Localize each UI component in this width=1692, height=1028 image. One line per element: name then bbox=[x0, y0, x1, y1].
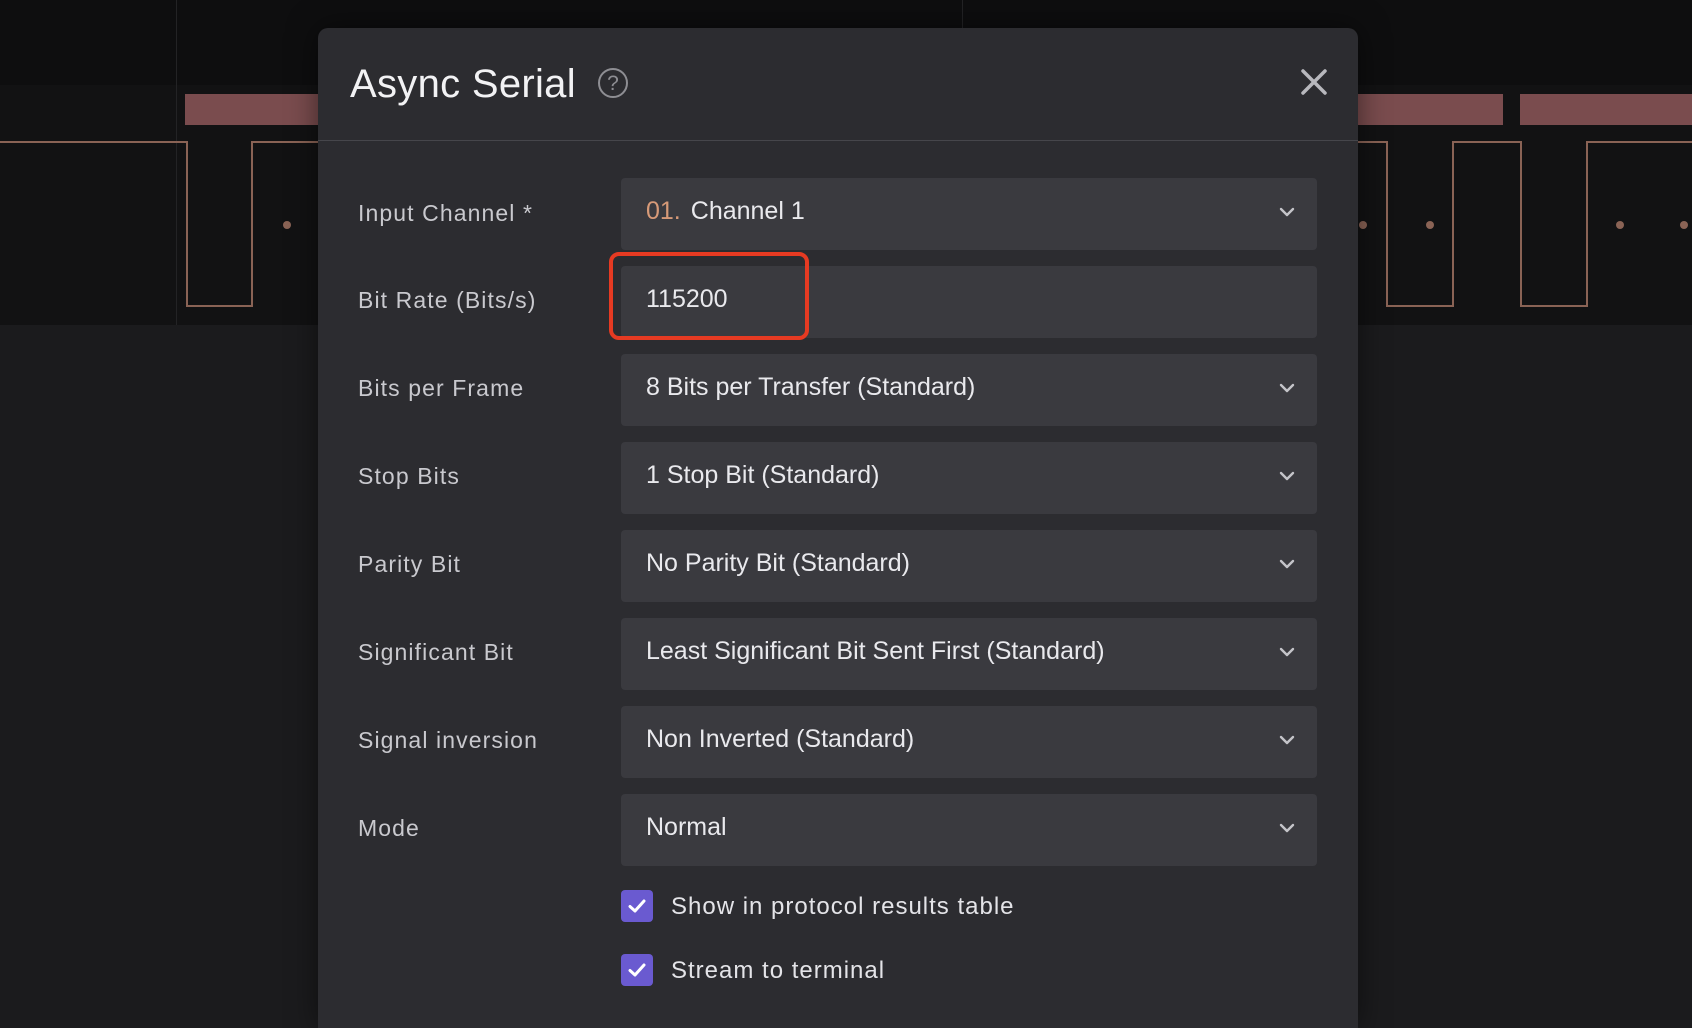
question-circle-icon[interactable]: ? bbox=[598, 68, 628, 98]
chevron-down-icon bbox=[1279, 647, 1295, 657]
channel-name: Channel 1 bbox=[690, 197, 805, 225]
async-serial-dialog: Async Serial ? Input Channel * 01. Channe… bbox=[318, 28, 1358, 1028]
chevron-down-icon bbox=[1279, 207, 1295, 217]
parity-bit-value: No Parity Bit (Standard) bbox=[646, 549, 910, 577]
bits-per-frame-value: 8 Bits per Transfer (Standard) bbox=[646, 373, 976, 401]
show-in-table-checkbox[interactable] bbox=[621, 890, 653, 922]
stream-to-terminal-checkbox[interactable] bbox=[621, 954, 653, 986]
waveform-trace bbox=[0, 141, 330, 307]
input-channel-select[interactable]: 01. Channel 1 bbox=[621, 178, 1317, 250]
show-in-table-label: Show in protocol results table bbox=[671, 893, 1015, 920]
waveform-trace bbox=[1355, 141, 1692, 307]
input-channel-value: 01. Channel 1 bbox=[646, 197, 805, 226]
significant-bit-label: Significant Bit bbox=[358, 639, 514, 665]
dialog-header: Async Serial ? bbox=[318, 28, 1358, 141]
stop-bits-select[interactable]: 1 Stop Bit (Standard) bbox=[621, 442, 1317, 514]
mode-select[interactable]: Normal bbox=[621, 794, 1317, 866]
significant-bit-select[interactable]: Least Significant Bit Sent First (Standa… bbox=[621, 618, 1317, 690]
sample-dot bbox=[1359, 221, 1367, 229]
parity-bit-label: Parity Bit bbox=[358, 551, 462, 577]
bit-rate-label: Bit Rate (Bits/s) bbox=[358, 287, 537, 313]
packet-bar bbox=[1520, 94, 1692, 125]
stop-bits-label: Stop Bits bbox=[358, 463, 460, 489]
chevron-down-icon bbox=[1279, 823, 1295, 833]
mode-label: Mode bbox=[358, 815, 420, 841]
stop-bits-value: 1 Stop Bit (Standard) bbox=[646, 461, 880, 489]
signal-inversion-value: Non Inverted (Standard) bbox=[646, 725, 915, 753]
bits-per-frame-select[interactable]: 8 Bits per Transfer (Standard) bbox=[621, 354, 1317, 426]
channel-number: 01. bbox=[646, 197, 681, 225]
chevron-down-icon bbox=[1279, 471, 1295, 481]
bit-rate-highlight bbox=[609, 252, 809, 340]
significant-bit-value: Least Significant Bit Sent First (Standa… bbox=[646, 637, 1105, 665]
packet-bar bbox=[1355, 94, 1503, 125]
checkmark-icon bbox=[628, 963, 646, 977]
bits-per-frame-label: Bits per Frame bbox=[358, 375, 525, 401]
checkmark-icon bbox=[628, 899, 646, 913]
chevron-down-icon bbox=[1279, 735, 1295, 745]
sample-dot bbox=[283, 221, 291, 229]
mode-value: Normal bbox=[646, 813, 727, 841]
sample-dot bbox=[1680, 221, 1688, 229]
sample-dot bbox=[1426, 221, 1434, 229]
dialog-title: Async Serial bbox=[350, 62, 576, 106]
signal-inversion-label: Signal inversion bbox=[358, 727, 538, 753]
input-channel-label: Input Channel * bbox=[358, 200, 534, 226]
sample-dot bbox=[1616, 221, 1624, 229]
packet-bar bbox=[185, 94, 325, 125]
signal-inversion-select[interactable]: Non Inverted (Standard) bbox=[621, 706, 1317, 778]
stream-to-terminal-label: Stream to terminal bbox=[671, 957, 886, 984]
parity-bit-select[interactable]: No Parity Bit (Standard) bbox=[621, 530, 1317, 602]
chevron-down-icon bbox=[1279, 383, 1295, 393]
close-icon[interactable] bbox=[1298, 66, 1330, 98]
chevron-down-icon bbox=[1279, 559, 1295, 569]
